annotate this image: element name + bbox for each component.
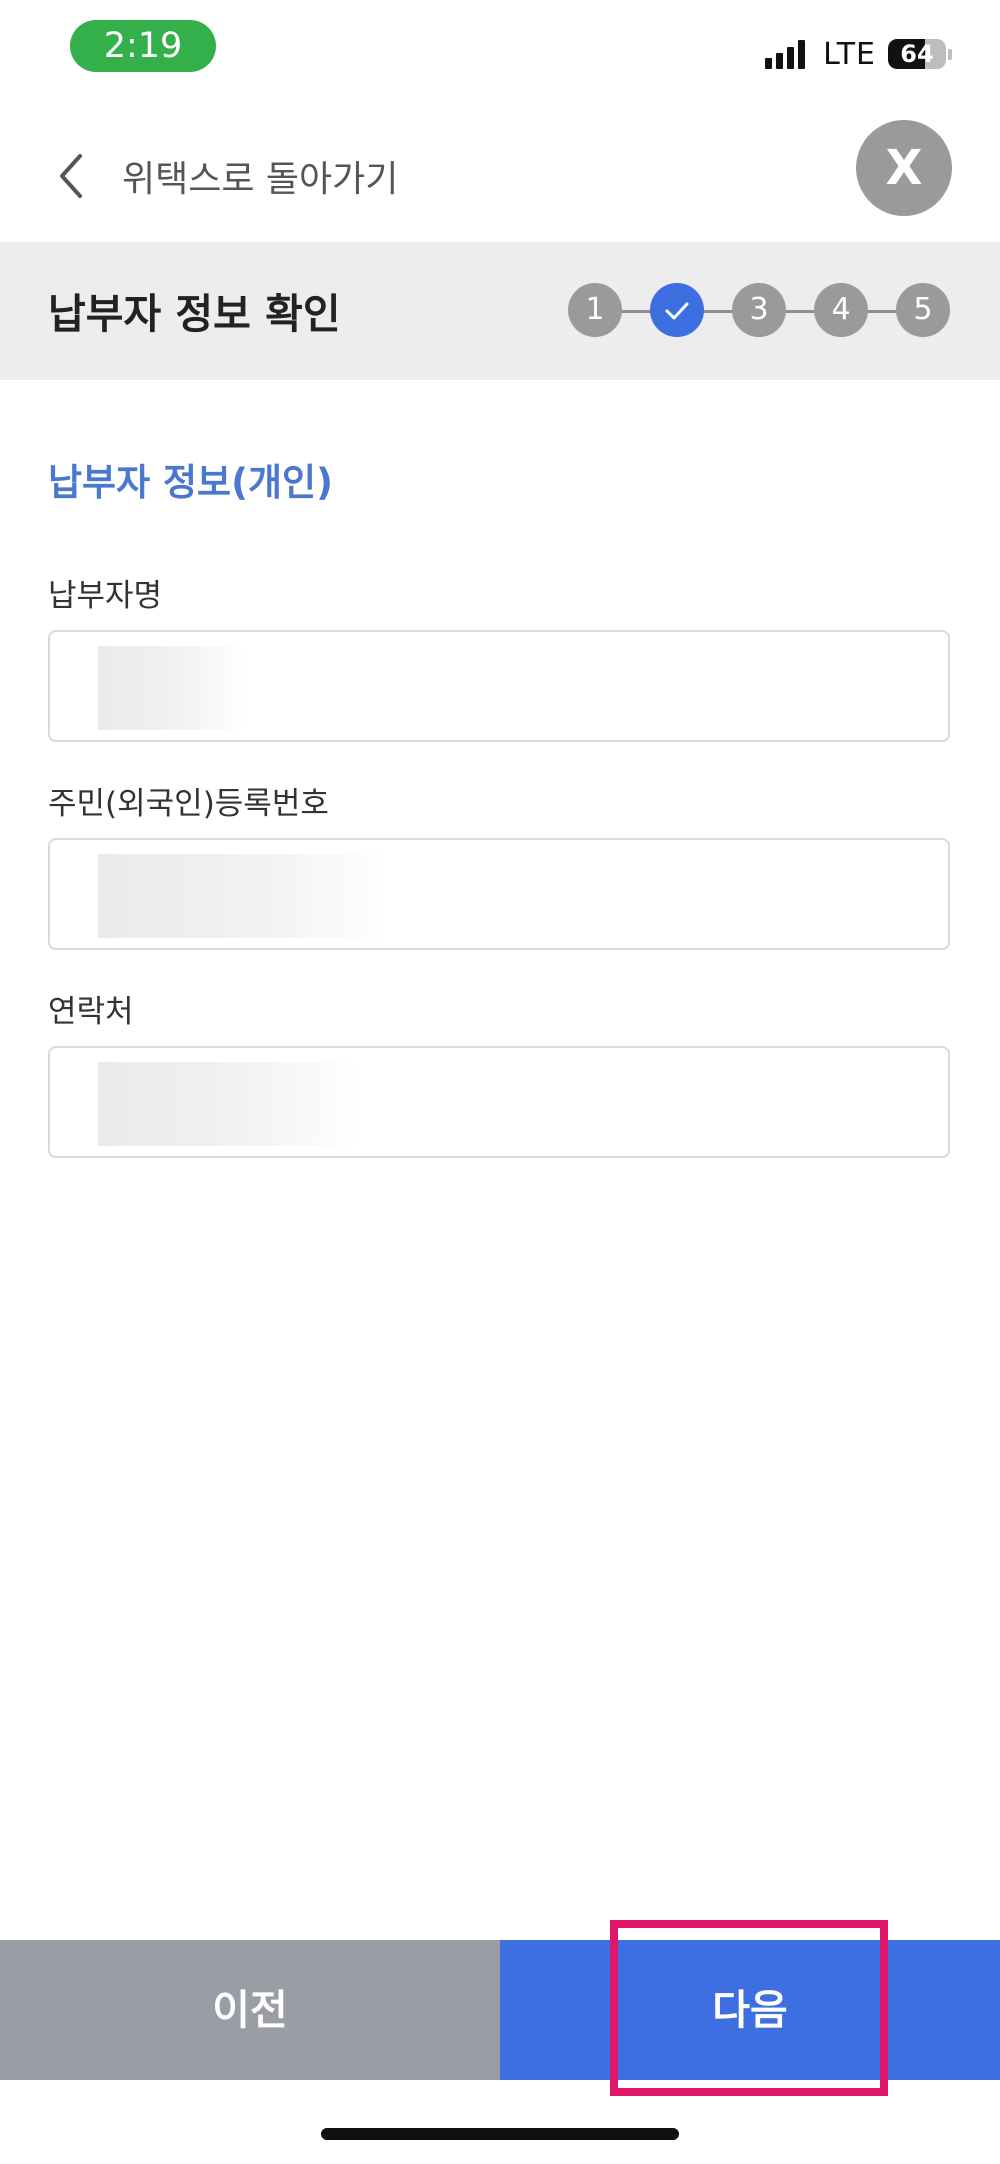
- bottom-action-bar: 이전 다음: [0, 1940, 1000, 2080]
- top-nav: 위택스로 돌아가기 X: [0, 110, 1000, 240]
- check-icon: [665, 302, 689, 320]
- contact-label: 연락처: [48, 994, 134, 1030]
- battery-icon: 64: [888, 39, 946, 69]
- step-header: 납부자 정보 확인 1 3 4 5: [0, 242, 1000, 380]
- status-indicators: LTE 64: [765, 34, 952, 74]
- back-button[interactable]: 위택스로 돌아가기: [52, 146, 398, 206]
- chevron-left-icon: [60, 154, 82, 198]
- next-button[interactable]: 다음: [500, 1940, 1000, 2080]
- back-label: 위택스로 돌아가기: [122, 159, 399, 200]
- prev-button[interactable]: 이전: [0, 1940, 500, 2080]
- step-2: [650, 283, 704, 337]
- battery-level: 64: [900, 40, 934, 68]
- status-bar: 2:19 LTE 64: [0, 0, 1000, 100]
- step-5: 5: [896, 283, 950, 337]
- step-4: 4: [814, 283, 868, 337]
- masked-value: [98, 1062, 358, 1146]
- close-button[interactable]: X: [856, 120, 952, 216]
- resident-number-label: 주민(외국인)등록번호: [48, 786, 329, 822]
- page-title: 납부자 정보 확인: [48, 290, 341, 338]
- step-1: 1: [568, 283, 622, 337]
- masked-value: [98, 854, 388, 938]
- section-title: 납부자 정보(개인): [48, 461, 333, 504]
- payer-name-label: 납부자명: [48, 578, 163, 614]
- home-indicator[interactable]: [321, 2128, 679, 2140]
- page: 2:19 LTE 64 위택스로 돌아가기 X 납부자 정보 확인 1 3 4 …: [0, 0, 1000, 2164]
- masked-value: [98, 646, 248, 730]
- contact-field[interactable]: [48, 1046, 950, 1158]
- signal-icon: [765, 39, 809, 69]
- status-time: 2:19: [70, 20, 216, 72]
- step-indicator: 1 3 4 5: [568, 283, 954, 339]
- payer-name-field[interactable]: [48, 630, 950, 742]
- step-3: 3: [732, 283, 786, 337]
- network-label: LTE: [823, 36, 876, 72]
- resident-number-field[interactable]: [48, 838, 950, 950]
- battery-cap: [948, 48, 952, 60]
